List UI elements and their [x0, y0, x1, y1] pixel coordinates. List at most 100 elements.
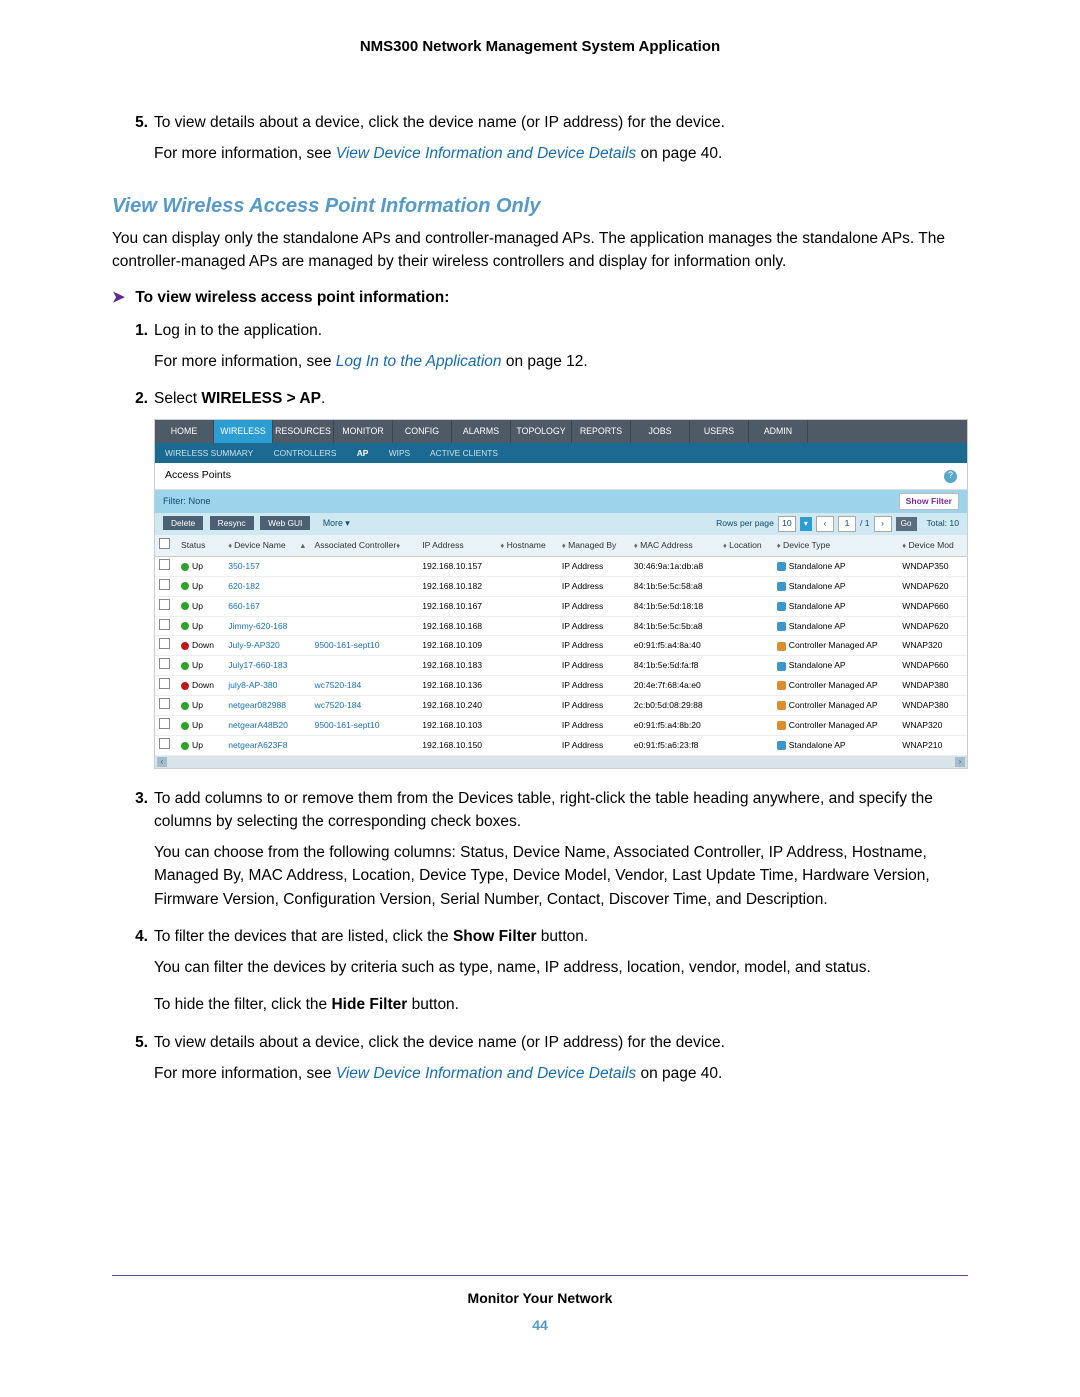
step-num: 4.: [112, 925, 154, 948]
nav-jobs[interactable]: JOBS: [631, 420, 690, 443]
cell-device-name[interactable]: netgearA623F8: [224, 735, 310, 755]
col-device-type: ♦ Device Type: [773, 535, 898, 556]
nav-config[interactable]: CONFIG: [393, 420, 452, 443]
subnav-summary[interactable]: WIRELESS SUMMARY: [165, 448, 253, 458]
subnav-controllers[interactable]: CONTROLLERS: [274, 448, 337, 458]
cell-device-name[interactable]: July-9-AP320: [224, 636, 310, 656]
cell-device-name[interactable]: netgear082988: [224, 696, 310, 716]
cell-location: [719, 636, 773, 656]
dropdown-icon[interactable]: ▾: [800, 517, 812, 531]
nav-admin[interactable]: ADMIN: [749, 420, 808, 443]
cell-device-type: Standalone AP: [773, 596, 898, 616]
nav-resources[interactable]: RESOURCES: [273, 420, 334, 443]
scroll-left-icon[interactable]: ‹: [157, 757, 167, 767]
rows-per-page-label: Rows per page: [716, 517, 774, 530]
cell-status: Up: [177, 656, 224, 676]
doc-crossref[interactable]: View Device Information and Device Detai…: [336, 145, 636, 162]
horizontal-scrollbar[interactable]: ‹ ›: [155, 756, 967, 768]
cell-mac: 84:1b:5e:5c:58:a8: [630, 576, 719, 596]
table-row[interactable]: Up620-182192.168.10.182IP Address84:1b:5…: [155, 576, 967, 596]
cell-controller[interactable]: [311, 596, 419, 616]
delete-button[interactable]: Delete: [163, 516, 203, 530]
cell-device-type: Standalone AP: [773, 556, 898, 576]
cell-device-type: Controller Managed AP: [773, 696, 898, 716]
nav-reports[interactable]: REPORTS: [572, 420, 631, 443]
cell-controller[interactable]: [311, 656, 419, 676]
pager-next[interactable]: ›: [874, 516, 892, 532]
cell-controller[interactable]: [311, 616, 419, 636]
cell-hostname: [496, 616, 558, 636]
rows-per-page-value[interactable]: 10: [778, 516, 796, 532]
nav-monitor[interactable]: MONITOR: [334, 420, 393, 443]
show-filter-button[interactable]: Show Filter: [899, 493, 959, 510]
row-checkbox[interactable]: [159, 678, 170, 689]
cell-mac: 84:1b:5e:5c:5b:a8: [630, 616, 719, 636]
row-checkbox[interactable]: [159, 658, 170, 669]
table-row[interactable]: DownJuly-9-AP3209500-161-sept10192.168.1…: [155, 636, 967, 656]
col-device-model: ♦ Device Mod: [898, 535, 967, 556]
table-row[interactable]: UpJimmy-620-168192.168.10.168IP Address8…: [155, 616, 967, 636]
row-checkbox[interactable]: [159, 738, 170, 749]
cell-controller[interactable]: [311, 735, 419, 755]
cell-device-name[interactable]: netgearA48B20: [224, 715, 310, 735]
cell-ip: 192.168.10.109: [418, 636, 496, 656]
cell-device-name[interactable]: 350-157: [224, 556, 310, 576]
row-checkbox[interactable]: [159, 698, 170, 709]
cell-hostname: [496, 735, 558, 755]
cell-location: [719, 556, 773, 576]
nav-topology[interactable]: TOPOLOGY: [511, 420, 572, 443]
nav-users[interactable]: USERS: [690, 420, 749, 443]
row-checkbox[interactable]: [159, 579, 170, 590]
doc-crossref[interactable]: View Device Information and Device Detai…: [336, 1065, 636, 1082]
cell-status: Down: [177, 636, 224, 656]
cell-device-name[interactable]: 660-167: [224, 596, 310, 616]
table-row[interactable]: UpnetgearA48B209500-161-sept10192.168.10…: [155, 715, 967, 735]
table-row[interactable]: Up660-167192.168.10.167IP Address84:1b:5…: [155, 596, 967, 616]
doc-crossref[interactable]: Log In to the Application: [336, 353, 502, 370]
table-row[interactable]: Up350-157192.168.10.157IP Address30:46:9…: [155, 556, 967, 576]
more-dropdown[interactable]: More ▾: [323, 518, 350, 528]
go-button[interactable]: Go: [896, 517, 917, 531]
cell-controller[interactable]: wc7520-184: [311, 676, 419, 696]
row-checkbox[interactable]: [159, 619, 170, 630]
webgui-button[interactable]: Web GUI: [260, 516, 310, 530]
cell-controller[interactable]: 9500-161-sept10: [311, 636, 419, 656]
device-type-icon: [777, 642, 786, 651]
cell-device-name[interactable]: Jimmy-620-168: [224, 616, 310, 636]
cell-device-name[interactable]: july8-AP-380: [224, 676, 310, 696]
nav-home[interactable]: HOME: [155, 420, 214, 443]
cell-device-name[interactable]: July17-660-183: [224, 656, 310, 676]
select-all-checkbox[interactable]: [159, 538, 170, 549]
row-checkbox[interactable]: [159, 638, 170, 649]
table-row[interactable]: Upnetgear082988wc7520-184192.168.10.240I…: [155, 696, 967, 716]
table-row[interactable]: UpnetgearA623F8192.168.10.150IP Addresse…: [155, 735, 967, 755]
help-icon[interactable]: ?: [944, 470, 957, 483]
pager-current[interactable]: 1: [838, 516, 856, 532]
cell-controller[interactable]: [311, 576, 419, 596]
panel-title: Access Points: [165, 468, 231, 484]
nav-wireless[interactable]: WIRELESS: [214, 420, 273, 443]
row-checkbox[interactable]: [159, 599, 170, 610]
cell-controller[interactable]: [311, 556, 419, 576]
resync-button[interactable]: Resync: [210, 516, 254, 530]
table-row[interactable]: Downjuly8-AP-380wc7520-184192.168.10.136…: [155, 676, 967, 696]
cell-device-name[interactable]: 620-182: [224, 576, 310, 596]
cell-controller[interactable]: 9500-161-sept10: [311, 715, 419, 735]
cell-hostname: [496, 556, 558, 576]
cell-hostname: [496, 596, 558, 616]
cell-ip: 192.168.10.103: [418, 715, 496, 735]
subnav-active-clients[interactable]: ACTIVE CLIENTS: [430, 448, 498, 458]
table-row[interactable]: UpJuly17-660-183192.168.10.183IP Address…: [155, 656, 967, 676]
footer-rule: [112, 1275, 968, 1276]
subnav-ap[interactable]: AP: [357, 448, 369, 458]
col-hostname: ♦ Hostname: [496, 535, 558, 556]
subnav-wips[interactable]: WIPS: [389, 448, 410, 458]
scroll-right-icon[interactable]: ›: [955, 757, 965, 767]
row-checkbox[interactable]: [159, 718, 170, 729]
nav-alarms[interactable]: ALARMS: [452, 420, 511, 443]
row-checkbox[interactable]: [159, 559, 170, 570]
cell-location: [719, 656, 773, 676]
pager-total-pages: / 1: [860, 517, 870, 530]
cell-controller[interactable]: wc7520-184: [311, 696, 419, 716]
pager-prev[interactable]: ‹: [816, 516, 834, 532]
